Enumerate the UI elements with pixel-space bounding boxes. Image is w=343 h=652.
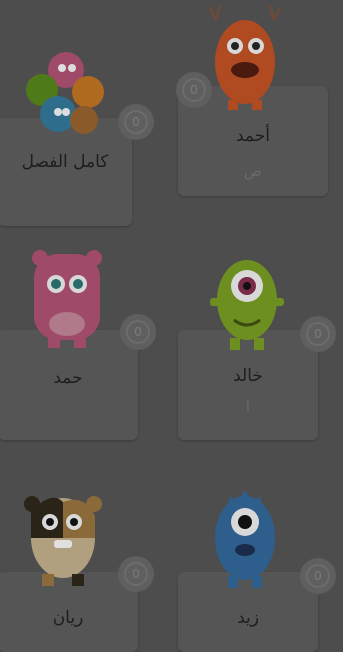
- orange-monster-icon: [208, 5, 282, 110]
- points-badge: 0: [120, 314, 156, 350]
- student-name: حمد: [53, 368, 83, 388]
- whole-class-group-icon: [26, 52, 104, 134]
- student-name: زيد: [237, 608, 259, 628]
- points-badge: 0: [300, 558, 336, 594]
- blue-cyclops-monster-icon: [215, 490, 275, 588]
- student-name: أحمد: [236, 126, 270, 146]
- student-sub: ا: [245, 398, 251, 416]
- pink-monster-icon: [32, 250, 102, 348]
- student-sub: ص: [243, 162, 263, 180]
- student-name: خالد: [233, 366, 263, 386]
- whole-class-label: كامل الفصل: [21, 152, 109, 172]
- green-cyclops-monster-icon: [210, 260, 284, 350]
- points-badge: 0: [118, 104, 154, 140]
- points-badge: 0: [118, 556, 154, 592]
- calico-monster-icon: [24, 496, 102, 586]
- points-badge: 0: [300, 316, 336, 352]
- student-name: ريان: [52, 608, 84, 628]
